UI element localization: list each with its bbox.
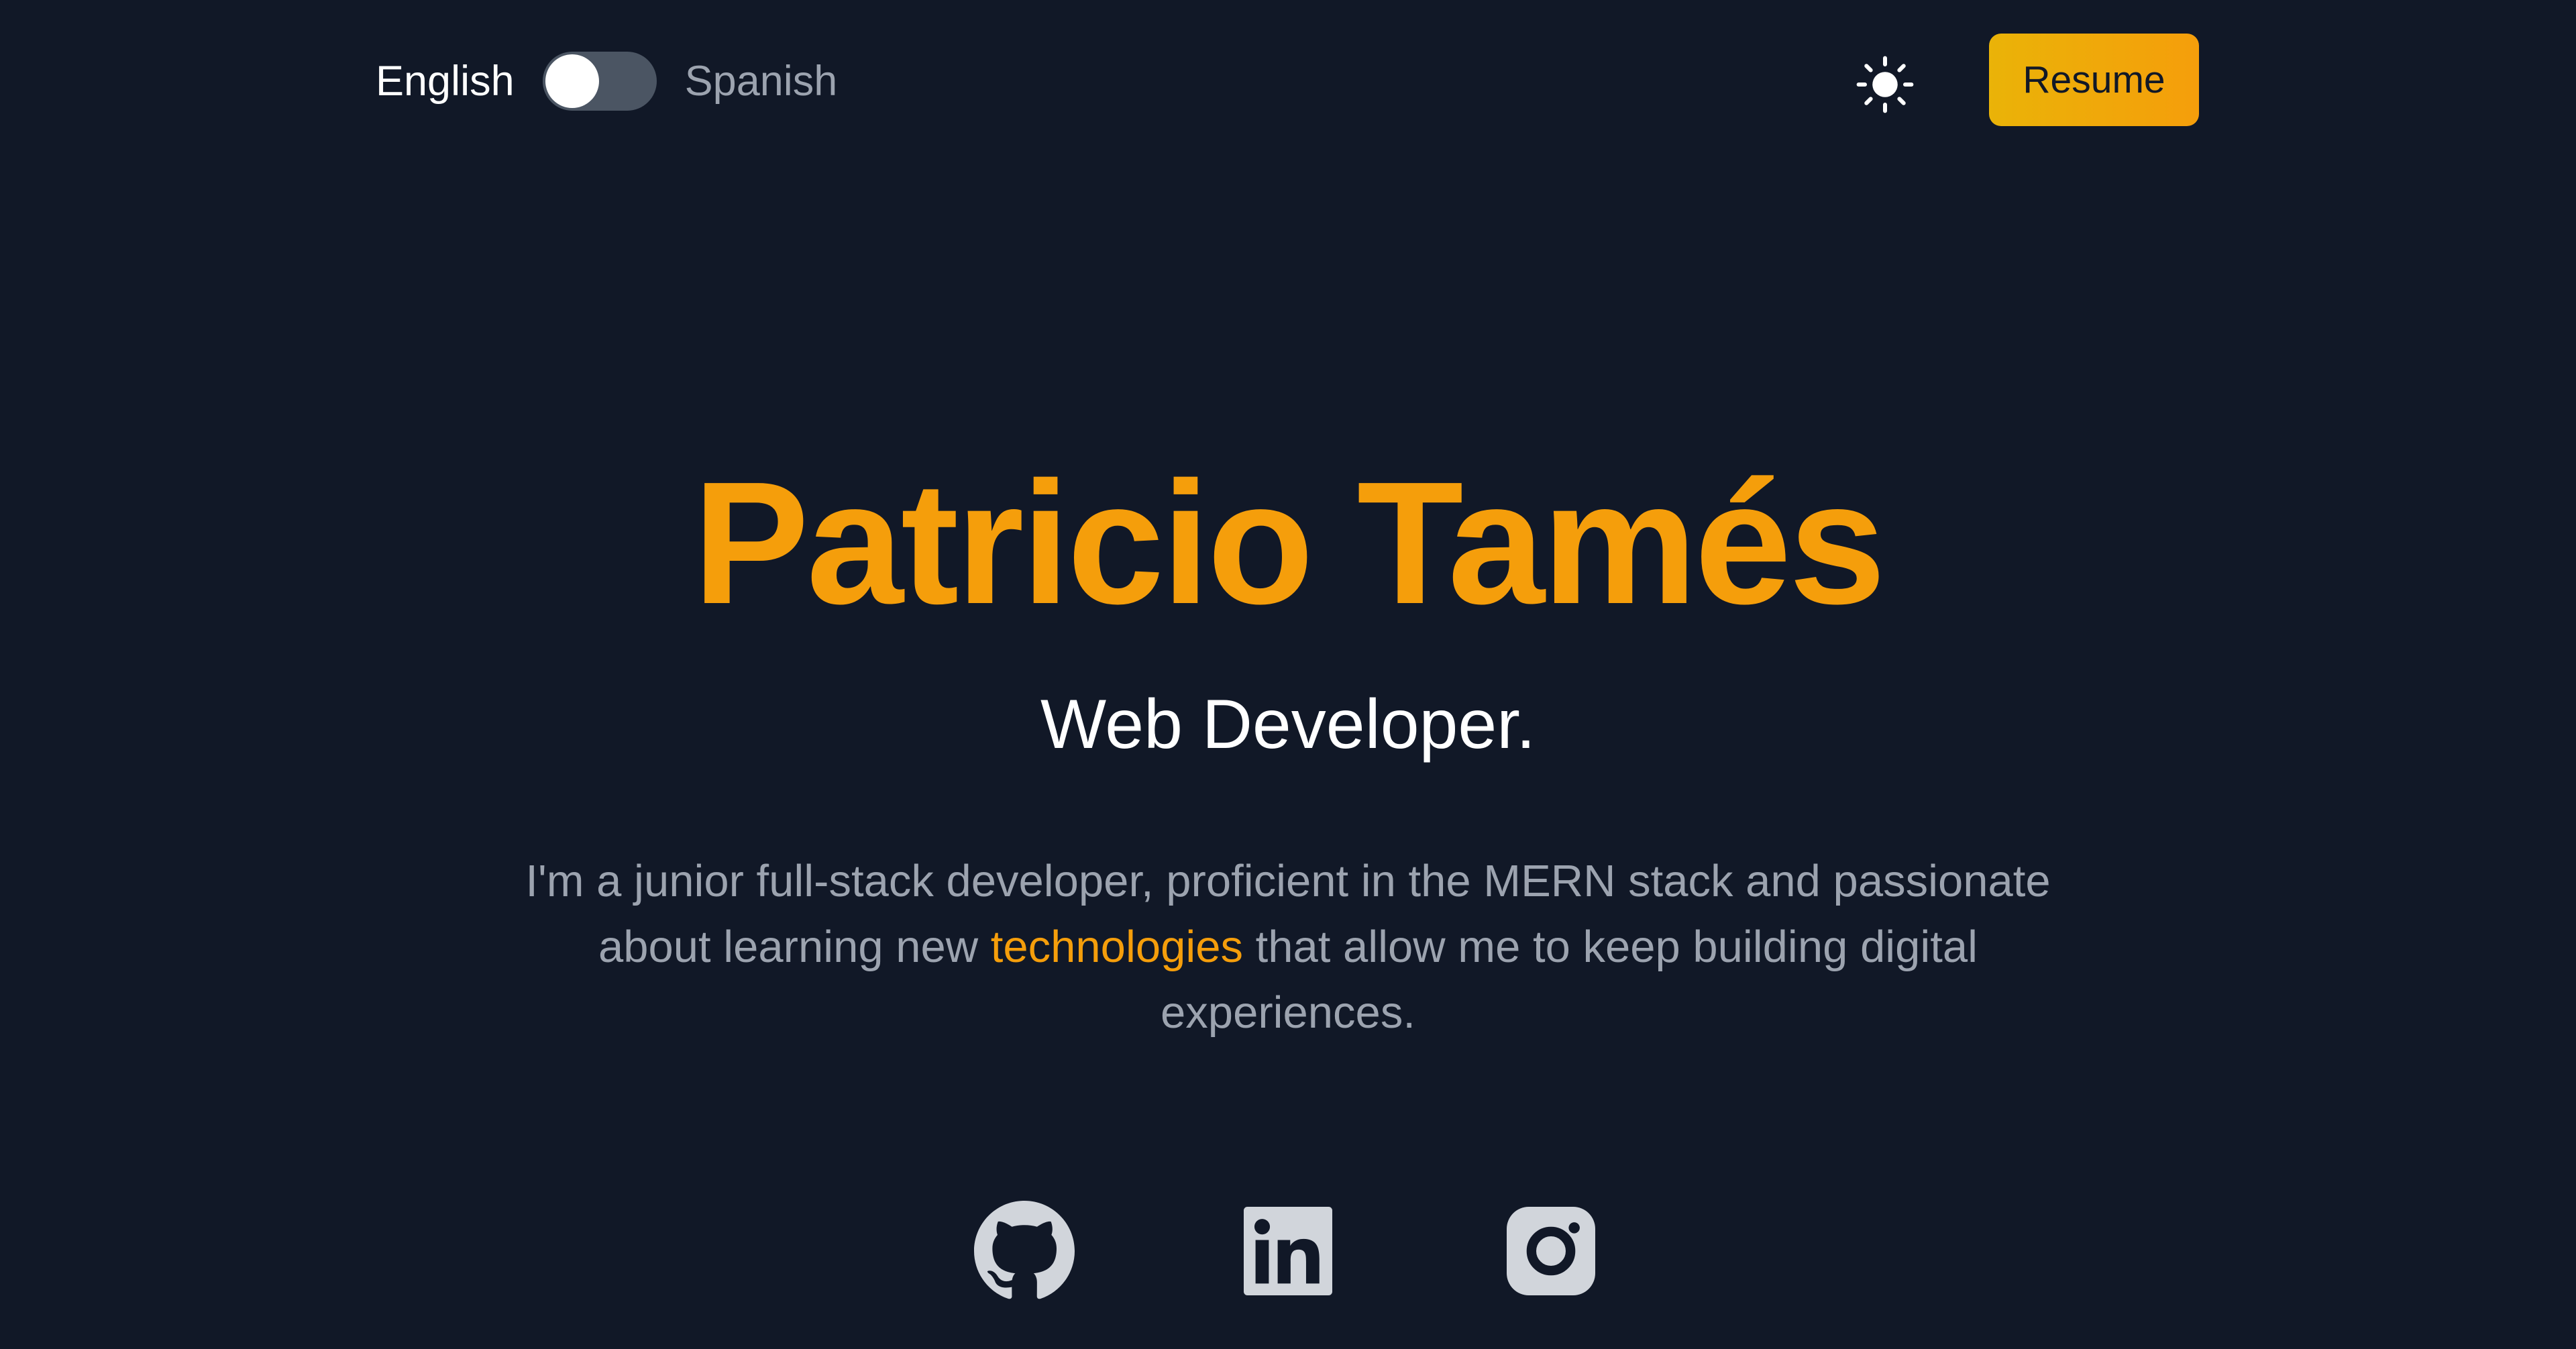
github-link[interactable]	[974, 1201, 1075, 1301]
hero-role: Web Developer.	[1040, 686, 1536, 763]
instagram-link[interactable]	[1501, 1201, 1601, 1301]
instagram-icon	[1507, 1207, 1595, 1295]
language-switch: English Spanish	[376, 51, 837, 111]
language-spanish-label[interactable]: Spanish	[685, 51, 838, 111]
language-english-label[interactable]: English	[376, 51, 515, 111]
hero-description-end: that allow me to keep building digital e…	[1161, 922, 1978, 1038]
hero-description: I'm a junior full-stack developer, profi…	[483, 849, 2093, 1046]
technologies-link[interactable]: technologies	[991, 922, 1243, 972]
portfolio-page: English Spanish Resume Patricio Tamés We…	[0, 0, 2576, 1349]
language-toggle-knob	[545, 54, 599, 108]
theme-toggle-button[interactable]	[1851, 51, 1919, 118]
hero-name: Patricio Tamés	[692, 446, 1886, 641]
github-icon	[974, 1201, 1075, 1299]
linkedin-icon	[1244, 1207, 1332, 1295]
resume-button[interactable]: Resume	[1989, 34, 2199, 126]
language-toggle[interactable]	[542, 52, 657, 111]
linkedin-link[interactable]	[1238, 1201, 1338, 1301]
sun-icon	[1856, 56, 1914, 113]
